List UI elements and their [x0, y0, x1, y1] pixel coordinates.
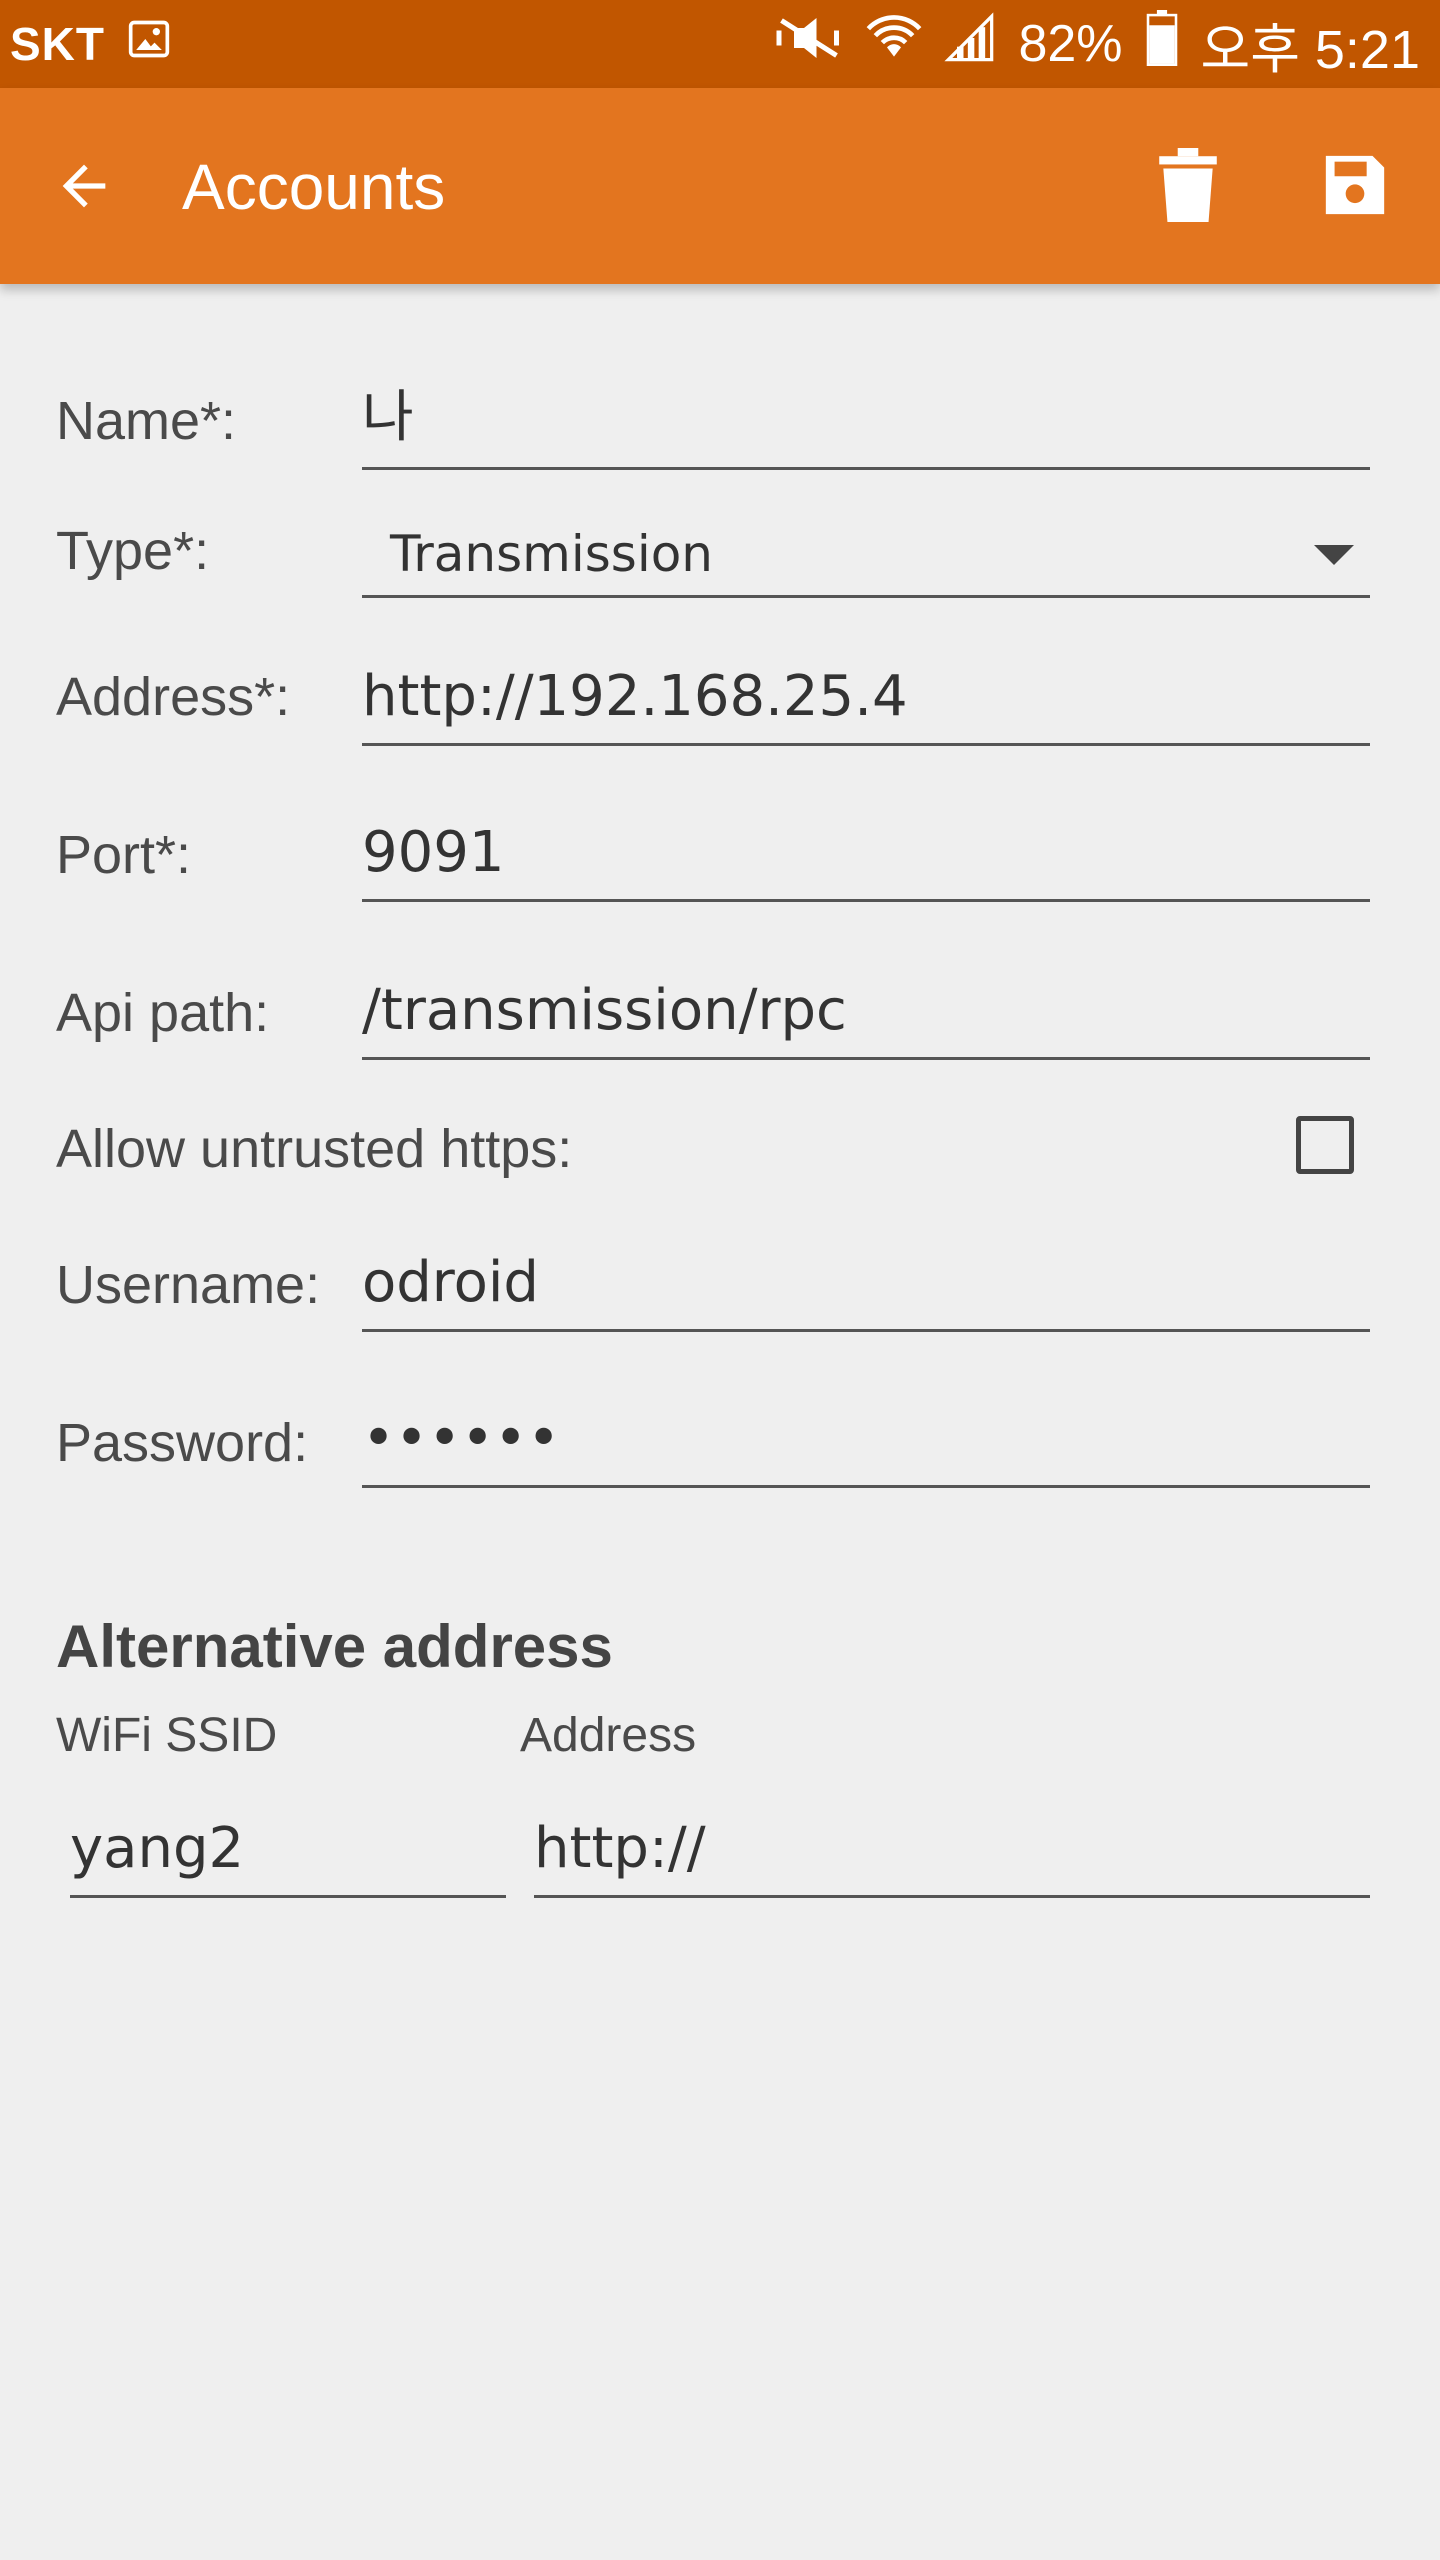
- username-label: Username:: [56, 1255, 321, 1315]
- api-path-field[interactable]: /transmission/rpc: [362, 970, 1370, 1060]
- type-label: Type*:: [56, 521, 210, 581]
- wifi-icon: [866, 10, 922, 78]
- arrow-back-icon[interactable]: [52, 154, 116, 218]
- alt-address-label: Address: [520, 1709, 697, 1762]
- dropdown-arrow-icon: [1314, 545, 1354, 565]
- wifi-ssid-label: WiFi SSID: [56, 1709, 278, 1762]
- type-selected-value: Transmission: [390, 525, 713, 583]
- address-label: Address*:: [56, 667, 291, 727]
- status-bar: SKT 82% 오후 5:21: [0, 0, 1440, 88]
- alt-address-field[interactable]: http://: [534, 1808, 1370, 1898]
- mute-icon: [774, 12, 844, 76]
- port-label: Port*:: [56, 825, 192, 885]
- image-icon: [127, 15, 171, 73]
- status-left: SKT: [10, 15, 171, 73]
- address-field[interactable]: http://192.168.25.4: [362, 656, 1370, 746]
- battery-icon: [1145, 10, 1179, 78]
- name-label: Name*:: [56, 391, 237, 451]
- api-path-label: Api path:: [56, 983, 270, 1043]
- password-field[interactable]: ••••••: [362, 1398, 1370, 1488]
- trash-icon[interactable]: [1158, 148, 1218, 222]
- status-right: 82% 오후 5:21: [774, 5, 1420, 84]
- floppy-disk-icon[interactable]: [1320, 150, 1390, 220]
- type-select[interactable]: Transmission: [362, 508, 1370, 598]
- carrier-name: SKT: [10, 18, 105, 70]
- name-field[interactable]: 나: [362, 380, 1370, 470]
- page-title: Accounts: [182, 151, 446, 223]
- untrusted-https-checkbox[interactable]: [1296, 1116, 1354, 1174]
- untrusted-https-label: Allow untrusted https:: [56, 1119, 573, 1179]
- password-label: Password:: [56, 1413, 309, 1473]
- port-field[interactable]: 9091: [362, 812, 1370, 902]
- username-field[interactable]: odroid: [362, 1242, 1370, 1332]
- battery-percent: 82%: [1018, 15, 1123, 73]
- signal-icon: [944, 12, 996, 76]
- alternative-address-heading: Alternative address: [56, 1613, 613, 1680]
- wifi-ssid-field[interactable]: yang2: [70, 1808, 506, 1898]
- clock: 오후 5:21: [1200, 19, 1420, 80]
- app-bar: Accounts: [0, 88, 1440, 284]
